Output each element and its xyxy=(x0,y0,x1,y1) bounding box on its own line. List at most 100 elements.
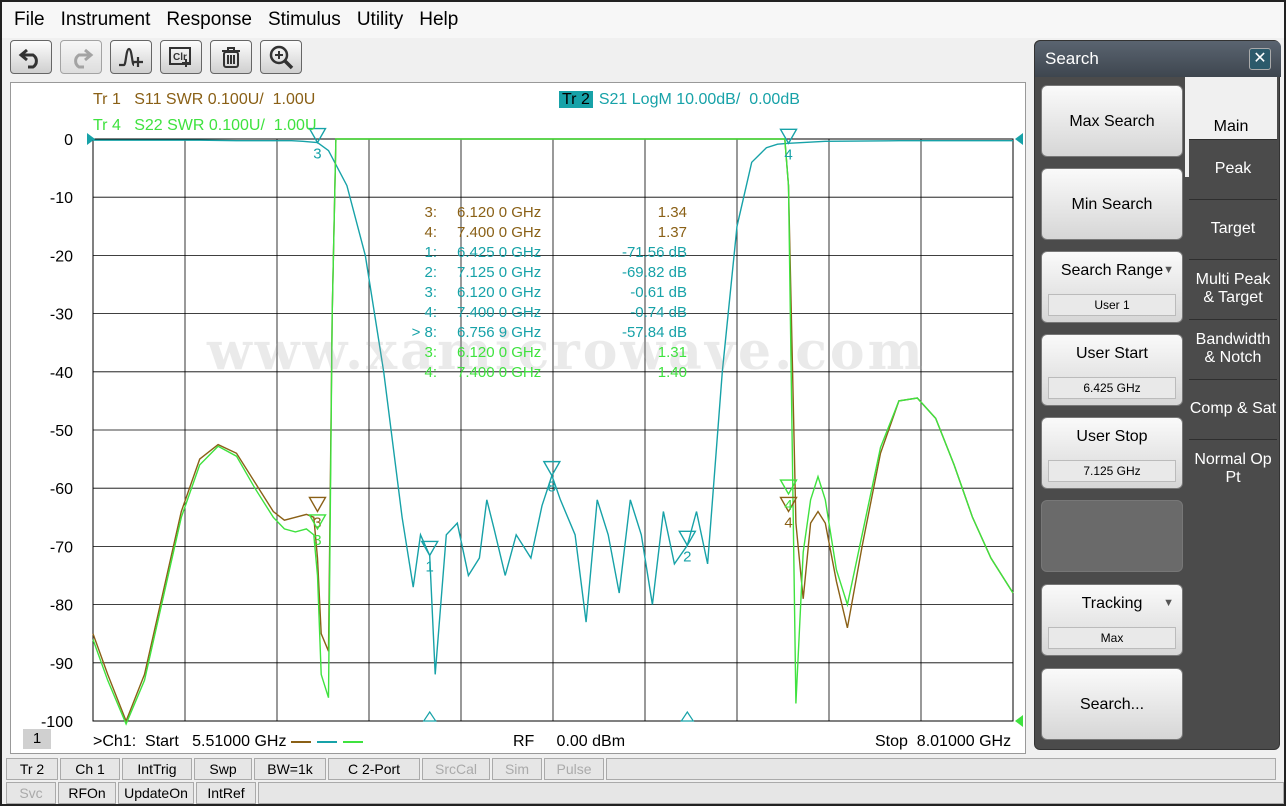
marker-label: 2 xyxy=(683,548,691,565)
status-sim[interactable]: Sim xyxy=(492,758,542,780)
dropdown-arrow-icon: ▼ xyxy=(1163,264,1174,276)
marker-offscale-indicator xyxy=(680,710,695,722)
marker-stimulus: 6.120 0 GHz xyxy=(457,204,542,221)
tab-target[interactable]: Target xyxy=(1189,199,1277,257)
marker-response: 1.37 xyxy=(657,224,687,241)
redo-button[interactable] xyxy=(60,40,102,74)
tab-peak[interactable]: Peak xyxy=(1189,139,1277,197)
status-bar-2: Svc RFOn UpdateOn IntRef xyxy=(6,782,1284,804)
y-tick-label: -40 xyxy=(50,365,73,382)
clear-trace-button[interactable]: Clr xyxy=(160,40,202,74)
status-sweep[interactable]: Swp xyxy=(194,758,252,780)
marker-id: 3: xyxy=(424,344,437,361)
status-srccal[interactable]: SrcCal xyxy=(422,758,490,780)
status-bar-1: Tr 2 Ch 1 IntTrig Swp BW=1k C 2-Port Src… xyxy=(6,758,1276,780)
marker-readout-row: 2: 7.125 0 GHz -69.82 dB xyxy=(407,263,687,283)
menu-file[interactable]: File xyxy=(6,2,53,38)
marker-response: 1.40 xyxy=(657,364,687,381)
undo-icon xyxy=(18,48,38,69)
reference-level-bottom-icon xyxy=(1015,715,1023,727)
menu-stimulus[interactable]: Stimulus xyxy=(260,2,349,38)
y-tick-label: -20 xyxy=(50,248,73,265)
status-int-ref[interactable]: IntRef xyxy=(196,782,256,804)
status-trigger[interactable]: IntTrig xyxy=(122,758,192,780)
trace-plot[interactable]: 0-10-20-30-40-50-60-70-80-90-100 123 483 4… xyxy=(11,83,1025,753)
marker-id: 4: xyxy=(424,364,437,381)
marker-readout-table: 3: 6.120 0 GHz 1.34 4: 7.400 0 GHz 1.37 1: 6.42… xyxy=(407,203,687,383)
tracking-label: Tracking xyxy=(1081,595,1143,612)
marker-label: 8 xyxy=(548,479,556,496)
marker-readout-row: 4: 7.400 0 GHz 1.40 xyxy=(407,363,687,383)
marker-readout-row: 4: 7.400 0 GHz 1.37 xyxy=(407,223,687,243)
undo-button[interactable] xyxy=(10,40,52,74)
status-channel[interactable]: Ch 1 xyxy=(60,758,120,780)
marker-readout-row: 3: 6.120 0 GHz 1.34 xyxy=(407,203,687,223)
search-range-button[interactable]: Search Range ▼ User 1 xyxy=(1041,251,1183,323)
marker-stimulus: 7.125 0 GHz xyxy=(457,264,542,281)
user-stop-label: User Stop xyxy=(1076,428,1148,445)
marker-readout-row: 3: 6.120 0 GHz -0.61 dB xyxy=(407,283,687,303)
trace-color-legend xyxy=(291,741,363,743)
delete-button[interactable] xyxy=(210,40,252,74)
tracking-button[interactable]: Tracking ▼ Max xyxy=(1041,584,1183,656)
user-stop-value: 7.125 GHz xyxy=(1048,460,1176,482)
search-dialog-button[interactable]: Search... xyxy=(1041,668,1183,740)
status-pulse[interactable]: Pulse xyxy=(544,758,604,780)
marker-response: 1.34 xyxy=(657,204,687,221)
status-filler xyxy=(258,782,1284,804)
measurement-window[interactable]: 0 -10 -20 -30 -40 -50 -60 -70 -80 -90 -100 1234834… xyxy=(10,82,1026,754)
status-calibration[interactable]: C 2-Port xyxy=(328,758,420,780)
marker-id: 3: xyxy=(424,284,437,301)
user-start-value: 6.425 GHz xyxy=(1048,377,1176,399)
min-search-button[interactable]: Min Search xyxy=(1041,168,1183,240)
channel-number[interactable]: 1 xyxy=(23,729,51,749)
marker-id: 3: xyxy=(424,204,437,221)
user-start-label: User Start xyxy=(1075,345,1148,362)
marker-readout-row: 1: 6.425 0 GHz -71.56 dB xyxy=(407,243,687,263)
tab-comp-sat[interactable]: Comp & Sat xyxy=(1189,379,1277,437)
trash-icon xyxy=(222,47,240,68)
marker-stimulus: 6.120 0 GHz xyxy=(457,284,542,301)
status-update-on[interactable]: UpdateOn xyxy=(118,782,194,804)
add-marker-icon xyxy=(119,47,143,67)
max-search-label: Max Search xyxy=(1069,113,1155,130)
tab-multi-peak-target[interactable]: Multi Peak & Target xyxy=(1189,259,1277,317)
menu-utility[interactable]: Utility xyxy=(349,2,411,38)
menu-bar: File Instrument Response Stimulus Utilit… xyxy=(2,2,1284,38)
start-frequency[interactable]: >Ch1: Start 5.51000 GHz xyxy=(93,733,286,751)
user-stop-button[interactable]: User Stop 7.125 GHz xyxy=(1041,417,1183,489)
status-filler xyxy=(606,758,1276,780)
menu-response[interactable]: Response xyxy=(158,2,260,38)
status-trace[interactable]: Tr 2 xyxy=(6,758,58,780)
y-tick-label: -60 xyxy=(50,481,73,498)
user-start-button[interactable]: User Start 6.425 GHz xyxy=(1041,334,1183,406)
search-dialog-label: Search... xyxy=(1079,696,1145,713)
tab-bandwidth-notch[interactable]: Bandwidth & Notch xyxy=(1189,319,1277,377)
status-svc[interactable]: Svc xyxy=(6,782,56,804)
status-bandwidth[interactable]: BW=1k xyxy=(254,758,326,780)
reference-level-right-icon xyxy=(1015,133,1023,145)
marker-response: -71.56 dB xyxy=(621,244,687,261)
marker-id: > 8: xyxy=(411,324,437,341)
y-tick-label: -30 xyxy=(50,307,73,324)
trace-4-header[interactable]: Tr 4 S22 SWR 0.100U/ 1.00U xyxy=(93,117,317,135)
marker-stimulus: 7.400 0 GHz xyxy=(457,224,542,241)
close-icon[interactable]: ✕ xyxy=(1249,48,1271,70)
rf-power[interactable]: RF 0.00 dBm xyxy=(513,733,625,751)
add-marker-button[interactable] xyxy=(110,40,152,74)
marker-stimulus: 6.756 9 GHz xyxy=(457,324,542,341)
max-search-button[interactable]: Max Search xyxy=(1041,85,1183,157)
marker-id: 4: xyxy=(424,224,437,241)
tab-normal-op-pt[interactable]: Normal Op Pt xyxy=(1189,439,1277,497)
menu-instrument[interactable]: Instrument xyxy=(53,2,159,38)
panel-title: Search ✕ xyxy=(1035,41,1281,77)
menu-help[interactable]: Help xyxy=(411,2,466,38)
status-rf-on[interactable]: RFOn xyxy=(58,782,116,804)
trace-2-header[interactable]: Tr 2 S21 LogM 10.00dB/ 0.00dB xyxy=(559,91,800,109)
stop-frequency[interactable]: Stop 8.01000 GHz xyxy=(875,733,1011,751)
zoom-button[interactable] xyxy=(260,40,302,74)
marker-id: 2: xyxy=(424,264,437,281)
trace-1-header[interactable]: Tr 1 S11 SWR 0.100U/ 1.00U xyxy=(93,91,315,109)
clear-trace-icon: Clr xyxy=(169,47,191,67)
y-tick-label: -10 xyxy=(50,190,73,207)
